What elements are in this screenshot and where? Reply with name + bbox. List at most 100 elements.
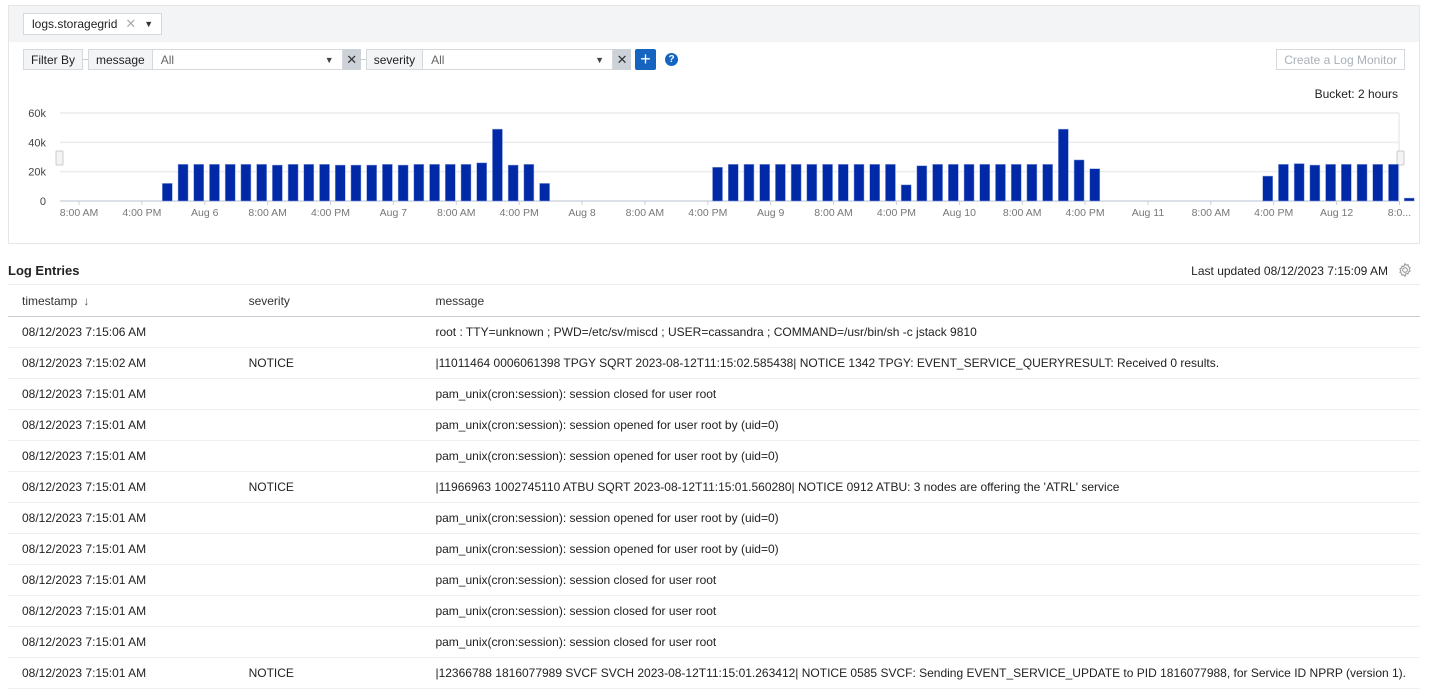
clear-severity-filter-button[interactable]: ✕ [613,49,632,70]
severity-filter-select[interactable]: All ▼ [423,49,614,70]
table-row[interactable]: 08/12/2023 7:15:01 AM pam_unix(cron:sessi… [8,533,1420,565]
bar [1388,164,1399,202]
cell-severity [234,533,422,565]
cell-message: pam_unix(cron:session): session opened f… [421,533,1420,565]
bar [397,164,409,202]
x-tick-label: 4:00 PM [1066,207,1105,219]
bar [806,164,818,202]
cell-message: pam_unix(cron:session): session opened f… [421,440,1420,472]
chevron-down-icon[interactable]: ▼ [144,19,153,29]
help-icon[interactable]: ? [665,53,679,66]
cell-timestamp: 08/12/2023 7:15:02 AM [8,347,235,379]
bar [382,164,393,202]
column-header-severity[interactable]: severity [234,284,422,317]
bar [523,164,535,202]
bar [177,164,189,202]
x-tick-label: 4:00 PM [688,207,727,219]
severity-filter-value: All [431,52,445,67]
range-handle-left [55,150,64,166]
bar [429,164,440,202]
bar [916,165,928,202]
table-row[interactable]: 08/12/2023 7:15:01 AM pam_unix(cron:sessi… [8,626,1420,658]
bar [1073,159,1085,202]
x-tick-label: 8:00 AM [248,207,287,219]
clear-message-filter-button[interactable]: ✕ [342,49,361,70]
bar [1010,164,1022,202]
cell-message: pam_unix(cron:session): session opened f… [421,502,1420,534]
bar [287,164,299,202]
bar [727,164,739,202]
bar [743,164,755,202]
bar [476,162,487,202]
bar [507,164,519,202]
cell-severity: NOTICE [234,657,422,689]
bar [885,164,896,202]
clear-source-icon[interactable]: ✕ [125,16,136,32]
x-tick-label: Aug 11 [1132,207,1165,219]
bar [775,164,786,202]
cell-severity [234,502,422,534]
bar [162,183,173,202]
table-row[interactable]: 08/12/2023 7:15:02 AM NOTICE |11011464 000… [8,347,1420,379]
cell-timestamp: 08/12/2023 7:15:01 AM [8,564,235,596]
column-header-message[interactable]: message [421,284,1420,317]
bar [272,164,283,202]
table-row[interactable]: 08/12/2023 7:15:01 AM pam_unix(cron:sessi… [8,595,1420,627]
bar [1325,164,1336,202]
filter-by-label: Filter By [23,49,84,70]
bar [334,164,346,202]
x-tick-label: 8:00 AM [60,207,99,219]
cell-timestamp: 08/12/2023 7:15:01 AM [8,502,235,534]
x-tick-label: 4:00 PM [877,207,916,219]
bar [1089,168,1101,202]
bar [1026,164,1038,202]
cell-severity [234,564,422,596]
create-log-monitor-button[interactable]: Create a Log Monitor [1276,49,1405,70]
table-row[interactable]: 08/12/2023 7:15:01 AM pam_unix(cron:sessi… [8,564,1420,596]
cell-timestamp: 08/12/2023 7:15:01 AM [8,440,235,472]
gear-icon[interactable] [1397,262,1413,278]
source-value: logs.storagegrid [32,17,118,31]
column-header-timestamp[interactable]: timestamp ↓ [8,284,235,317]
cell-timestamp: 08/12/2023 7:15:01 AM [8,378,235,410]
bar [995,164,1006,202]
x-tick-label: 8:00 AM [626,207,665,219]
cell-message: pam_unix(cron:session): session closed f… [421,595,1420,627]
log-entries-title: Log Entries [8,263,80,278]
cell-severity: NOTICE [234,471,422,503]
table-row[interactable]: 08/12/2023 7:15:01 AM pam_unix(cron:sessi… [8,409,1420,441]
table-row[interactable]: 08/12/2023 7:15:01 AM NOTICE |12366788 181… [8,657,1420,689]
last-updated: Last updated 08/12/2023 7:15:09 AM [1191,264,1388,278]
cell-message: pam_unix(cron:session): session closed f… [421,626,1420,658]
cell-message: pam_unix(cron:session): session opened f… [421,409,1420,441]
table-row[interactable]: 08/12/2023 7:15:06 AM root : TTY=unknown … [8,316,1420,348]
bar [759,164,770,202]
table-row[interactable]: 08/12/2023 7:15:01 AM pam_unix(cron:sessi… [8,502,1420,534]
x-tick-label: Aug 6 [191,207,219,219]
cell-message: |11011464 0006061398 TPGY SQRT 2023-08-1… [421,347,1420,379]
range-handle-right [1396,150,1405,166]
x-tick-label: 4:00 PM [500,207,539,219]
message-filter-select[interactable]: All ▼ [152,49,343,70]
bar [460,164,472,202]
cell-timestamp: 08/12/2023 7:15:01 AM [8,471,235,503]
add-filter-button[interactable]: + [635,49,657,70]
cell-timestamp: 08/12/2023 7:15:06 AM [8,316,235,348]
cell-message: pam_unix(cron:session): session closed f… [421,564,1420,596]
bar [303,164,315,202]
x-tick-label: 8:00 AM [1192,207,1231,219]
bar [350,164,362,202]
table-row[interactable]: 08/12/2023 7:15:01 AM NOTICE |11966963 100… [8,471,1420,503]
x-tick-label: 8:0... [1388,207,1411,219]
table-row[interactable]: 08/12/2023 7:15:01 AM pam_unix(cron:sessi… [8,440,1420,472]
bar [209,164,220,202]
table-row[interactable]: 08/12/2023 7:15:01 AM pam_unix(cron:sessi… [8,378,1420,410]
log-entries-table: timestamp ↓ severity message 08/12/2023 7… [8,284,1420,689]
bar [445,164,456,202]
bar [1356,164,1368,202]
log-volume-panel: logs.storagegrid ✕ ▼ Filter By message A… [8,5,1420,244]
cell-message: |12366788 1816077989 SVCF SVCH 2023-08-1… [421,657,1420,689]
sort-descending-icon[interactable]: ↓ [83,294,89,308]
source-select[interactable]: logs.storagegrid ✕ ▼ [23,13,163,35]
x-tick-label: Aug 9 [757,207,785,219]
